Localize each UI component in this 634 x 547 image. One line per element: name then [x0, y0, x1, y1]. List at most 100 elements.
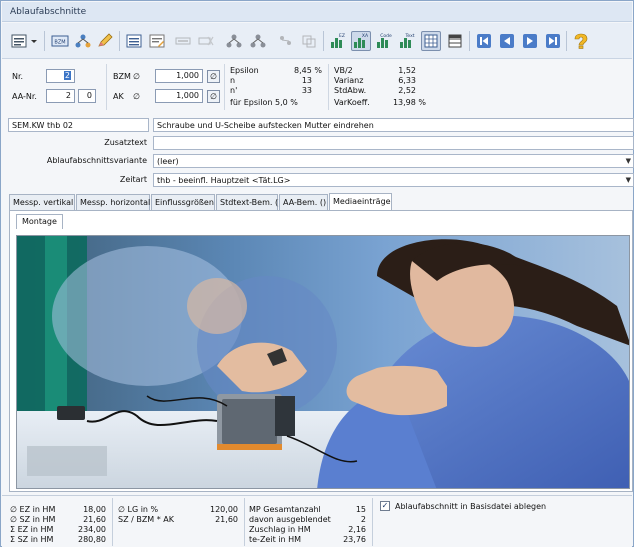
media-image: [16, 235, 630, 489]
te-zeit-value: 23,76: [343, 535, 366, 544]
variante-select[interactable]: (leer) ▼: [153, 154, 634, 168]
zeitart-label: Zeitart: [119, 175, 147, 184]
previous-record-icon[interactable]: [497, 31, 517, 51]
nr-label: Nr.: [12, 72, 24, 81]
grid-view-button[interactable]: [421, 31, 441, 51]
ausgeblendet-label: davon ausgeblendet: [249, 515, 331, 524]
title-bar: Ablaufabschnitte: [2, 2, 632, 22]
avg-sz-value: 21,60: [83, 515, 106, 524]
n-prime-label: n': [230, 86, 238, 95]
last-record-icon[interactable]: [543, 31, 563, 51]
zusatztext-field[interactable]: [153, 136, 634, 150]
chevron-down-icon: ▼: [625, 176, 631, 184]
window-title: Ablaufabschnitte: [10, 7, 87, 17]
mp-gesamt-value: 15: [355, 505, 366, 514]
vb2-label: VB/2: [334, 66, 353, 75]
bzm-label: BZM: [113, 72, 131, 81]
code-text: Code: [380, 33, 392, 39]
ez-button[interactable]: EZ: [328, 31, 348, 51]
sum-ez-value: 234,00: [78, 525, 106, 534]
basisdatei-checkbox[interactable]: ✓: [380, 501, 390, 511]
variante-value: (leer): [157, 157, 179, 166]
pencil-icon[interactable]: [95, 31, 115, 51]
n-prime-value: 33: [301, 86, 312, 95]
tab-stdtext-bem[interactable]: Stdtext-Bem. (): [216, 194, 281, 210]
variante-label: Ablaufabschnittsvariante: [46, 156, 147, 165]
table-view-button[interactable]: [445, 31, 465, 51]
tab-messp-horizontal[interactable]: Messp. horizontal: [76, 194, 150, 210]
copy-icon[interactable]: [299, 31, 319, 51]
hm-icon[interactable]: [173, 31, 193, 51]
zeitart-select[interactable]: thb - beeinfl. Hauptzeit <Tät.LG> ▼: [153, 173, 634, 187]
hierarchy-alt-icon[interactable]: [248, 31, 268, 51]
ak-label: AK: [113, 92, 124, 101]
xa-text: XA: [362, 33, 369, 39]
tab-messp-vertikal[interactable]: Messp. vertikal: [9, 194, 75, 210]
varkoeff-value: 13,98 %: [392, 98, 426, 107]
aanr-label: AA-Nr.: [12, 92, 37, 101]
avg-lg-label: ∅ LG in %: [118, 505, 159, 514]
code-button[interactable]: Code: [374, 31, 394, 51]
list-dropdown-button[interactable]: [10, 31, 40, 51]
ak-avg-symbol: ∅: [133, 92, 140, 101]
avg-lg-value: 120,00: [210, 505, 238, 514]
text-text: Text: [404, 33, 414, 39]
help-icon[interactable]: [571, 31, 591, 51]
sz-bzm-ak-label: SZ / BZM * AK: [118, 515, 175, 524]
avg-sz-label: ∅ SZ in HM: [10, 515, 56, 524]
varkoeff-label: VarKoeff.: [334, 98, 370, 107]
delete-icon[interactable]: [196, 31, 216, 51]
varianz-label: Varianz: [334, 76, 364, 85]
zuschlag-value: 2,16: [348, 525, 366, 534]
chevron-down-icon: ▼: [625, 157, 631, 165]
basisdatei-checkbox-label: Ablaufabschnitt in Basisdatei ablegen: [395, 502, 547, 511]
tab-aa-bem[interactable]: AA-Bem. (): [279, 194, 328, 210]
hierarchy-icon[interactable]: [224, 31, 244, 51]
sz-bzm-ak-value: 21,60: [215, 515, 238, 524]
stdabw-value: 2,52: [398, 86, 416, 95]
ak-average-button[interactable]: ∅: [207, 90, 220, 103]
bzm-field[interactable]: 1,000: [155, 69, 203, 83]
aanr-field-2[interactable]: 0: [78, 89, 96, 103]
media-tab-content: Montage: [9, 210, 633, 492]
list-view-icon[interactable]: [124, 31, 144, 51]
xa-button[interactable]: XA: [351, 31, 371, 51]
epsilon-value: 8,45 %: [294, 66, 322, 75]
subtab-montage[interactable]: Montage: [16, 214, 63, 229]
stdabw-label: StdAbw.: [334, 86, 367, 95]
ausgeblendet-value: 2: [360, 515, 366, 524]
zuschlag-label: Zuschlag in HM: [249, 525, 311, 534]
bzm-avg-symbol: ∅: [133, 72, 140, 81]
varianz-value: 6,33: [398, 76, 416, 85]
aanr-field-1[interactable]: 2: [46, 89, 75, 103]
ez-text: EZ: [339, 33, 345, 39]
zusatztext-row: Zusatztext: [2, 135, 634, 151]
code-field[interactable]: SEM.KW thb 02: [8, 118, 149, 132]
add-tree-icon[interactable]: [73, 31, 93, 51]
bzm-button[interactable]: BZM: [50, 31, 70, 51]
first-record-icon[interactable]: [474, 31, 494, 51]
nr-field[interactable]: 2: [46, 69, 75, 83]
zeitart-value: thb - beeinfl. Hauptzeit <Tät.LG>: [157, 176, 291, 185]
epsilon-label: Epsilon: [230, 66, 259, 75]
ak-field[interactable]: 1,000: [155, 89, 203, 103]
epsilon-note: für Epsilon 5,0 %: [230, 98, 298, 107]
sum-sz-value: 280,80: [78, 535, 106, 544]
vb2-value: 1,52: [398, 66, 416, 75]
text-button[interactable]: Text: [397, 31, 417, 51]
zusatztext-label: Zusatztext: [104, 138, 147, 147]
edit-list-icon[interactable]: [147, 31, 167, 51]
n-value: 13: [301, 76, 312, 85]
avg-ez-label: ∅ EZ in HM: [10, 505, 56, 514]
move-icon[interactable]: [276, 31, 296, 51]
toolbar: BZM EZ XA Code Text: [2, 23, 632, 59]
tab-mediaeintraege[interactable]: Mediaeinträge: [329, 193, 392, 210]
summary-panel: ∅ EZ in HM 18,00 ∅ SZ in HM 21,60 Σ EZ i…: [2, 495, 632, 547]
description-field[interactable]: Schraube und U-Scheibe aufstecken Mutter…: [153, 118, 634, 132]
bzm-average-button[interactable]: ∅: [207, 70, 220, 83]
sum-sz-label: Σ SZ in HM: [10, 535, 54, 544]
mp-gesamt-label: MP Gesamtanzahl: [249, 505, 321, 514]
tab-einflussgroessen[interactable]: Einflussgrößen: [151, 194, 215, 210]
next-record-icon[interactable]: [520, 31, 540, 51]
record-header-panel: Nr. 2 AA-Nr. 2 0 BZM ∅ 1,000 ∅ AK ∅ 1,00…: [2, 60, 632, 115]
